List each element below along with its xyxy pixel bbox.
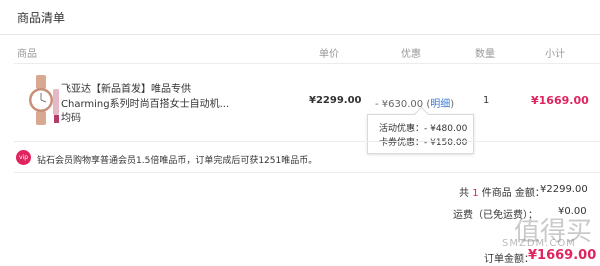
discount-amount: - ¥630.00 (明细) bbox=[375, 95, 454, 110]
discount-detail-link[interactable]: 明细 bbox=[430, 99, 450, 110]
section-title: 商品清单 bbox=[17, 11, 66, 25]
watch-image-icon bbox=[29, 75, 59, 125]
notice-divider bbox=[14, 172, 600, 173]
count-suffix: 件商品 金额： bbox=[478, 188, 545, 199]
count-prefix: 共 bbox=[459, 188, 473, 199]
product-title-line1[interactable]: 飞亚达【新品首发】唯品专供 bbox=[61, 80, 191, 95]
unit-price: ¥2299.00 bbox=[309, 95, 362, 106]
product-size: 均码 bbox=[61, 113, 81, 124]
total-amount: ¥2299.00 bbox=[540, 184, 588, 195]
column-header-discount: 优惠 bbox=[401, 49, 421, 60]
product-title-line2[interactable]: Charming系列时尚百搭女士自动机... bbox=[61, 95, 229, 110]
order-section-header: 商品清单 bbox=[0, 0, 600, 35]
item-count-label: 共 1 件商品 金额： bbox=[459, 184, 545, 199]
header-divider bbox=[14, 63, 600, 64]
item-divider bbox=[14, 141, 600, 142]
column-header-quantity: 数量 bbox=[475, 49, 495, 60]
member-notice-text: 钻石会员购物享普通会员1.5倍唯品币，订单完成后可获1251唯品币。 bbox=[37, 156, 318, 166]
column-header-subtotal: 小计 bbox=[545, 49, 565, 60]
vip-badge-icon: vip bbox=[16, 150, 31, 165]
discount-detail-popup: 活动优惠：- ¥480.00 卡券优惠：- ¥150.00 bbox=[367, 106, 474, 154]
column-header-unit-price: 单价 bbox=[319, 49, 339, 60]
final-amount-label: 订单金额： bbox=[484, 254, 534, 265]
watermark-sub: SMZDM.COM bbox=[502, 238, 576, 249]
final-amount-value: ¥1669.00 bbox=[528, 248, 597, 263]
discount-close-paren: ) bbox=[450, 99, 455, 110]
item-subtotal: ¥1669.00 bbox=[531, 94, 589, 107]
activity-discount-line: 活动优惠：- ¥480.00 bbox=[379, 124, 468, 134]
quantity-value: 1 bbox=[483, 95, 490, 106]
column-header-product: 商品 bbox=[17, 49, 37, 60]
product-thumbnail[interactable] bbox=[22, 75, 62, 125]
